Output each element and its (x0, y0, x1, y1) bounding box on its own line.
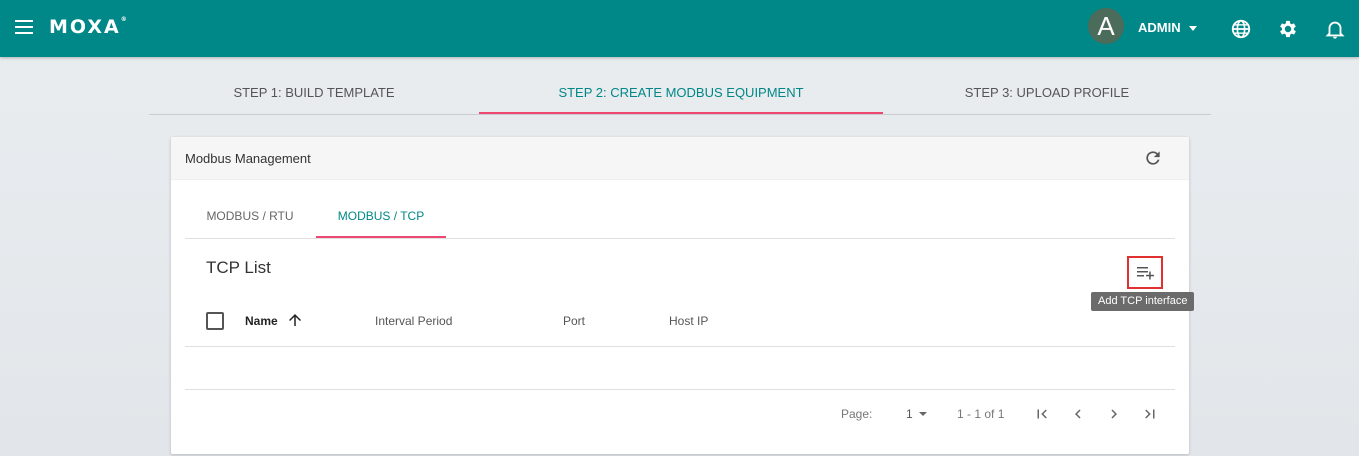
playlist-add-icon (1137, 267, 1154, 280)
user-menu-button[interactable]: ADMIN (1138, 20, 1197, 35)
step-upload-profile[interactable]: STEP 3: UPLOAD PROFILE (883, 73, 1211, 114)
step-build-template[interactable]: STEP 1: BUILD TEMPLATE (149, 73, 479, 114)
menu-icon[interactable] (15, 20, 33, 34)
column-header-port[interactable]: Port (563, 314, 585, 328)
step-create-modbus-equipment[interactable]: STEP 2: CREATE MODBUS EQUIPMENT (479, 73, 883, 114)
modbus-management-card: Modbus Management MODBUS / RTU MODBUS / … (171, 137, 1195, 454)
table-header: Name Interval Period Port Host IP (185, 301, 1175, 347)
page-range-label: 1 - 1 of 1 (957, 407, 1005, 421)
page-select-value: 1 (906, 407, 913, 421)
stepper: STEP 1: BUILD TEMPLATE STEP 2: CREATE MO… (149, 73, 1211, 115)
table-divider (185, 389, 1175, 390)
user-name: ADMIN (1138, 20, 1181, 35)
tcp-list-title: TCP List (206, 258, 271, 277)
logo-trademark: ® (120, 16, 127, 23)
column-header-host-ip[interactable]: Host IP (669, 314, 708, 328)
card-title: Modbus Management (185, 151, 311, 166)
gear-icon[interactable] (1277, 18, 1299, 40)
globe-icon[interactable] (1230, 18, 1252, 40)
last-page-icon[interactable] (1141, 405, 1159, 423)
page-label: Page: (841, 407, 873, 421)
avatar[interactable]: A (1088, 8, 1124, 44)
first-page-icon[interactable] (1033, 405, 1051, 423)
logo-text: MOXA (49, 16, 121, 38)
page-select[interactable]: 1 (906, 407, 927, 421)
column-header-name[interactable]: Name (245, 314, 278, 328)
card-header: Modbus Management (171, 137, 1189, 180)
add-tcp-interface-button[interactable] (1127, 256, 1163, 289)
moxa-logo[interactable]: MOXA® (49, 16, 127, 38)
chevron-right-icon[interactable] (1105, 405, 1123, 423)
arrow-up-icon[interactable] (286, 311, 304, 329)
select-all-checkbox[interactable] (206, 312, 224, 330)
bell-icon[interactable] (1324, 18, 1346, 40)
tab-modbus-tcp[interactable]: MODBUS / TCP (316, 199, 446, 238)
refresh-icon[interactable] (1143, 148, 1163, 168)
column-header-interval-period[interactable]: Interval Period (375, 314, 452, 328)
caret-down-icon (918, 412, 927, 416)
tab-modbus-rtu[interactable]: MODBUS / RTU (191, 199, 309, 238)
top-app-bar: MOXA® A ADMIN (0, 0, 1359, 57)
protocol-tabs: MODBUS / RTU MODBUS / TCP (185, 199, 1175, 239)
chevron-left-icon[interactable] (1069, 405, 1087, 423)
caret-down-icon (1188, 26, 1197, 31)
